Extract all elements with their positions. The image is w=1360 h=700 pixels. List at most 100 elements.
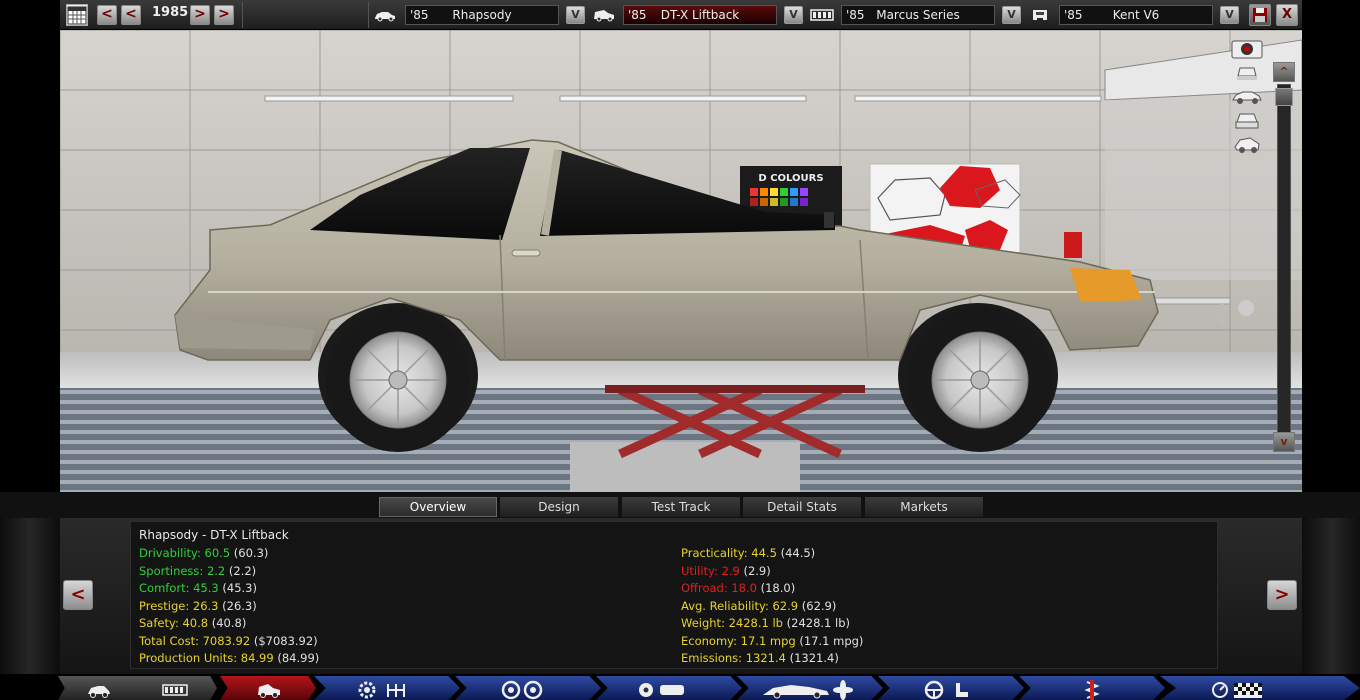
design-stage-nav [0,674,1360,700]
stat-value: Emissions: 1321.4 [681,651,786,665]
engine-select[interactable]: '85 Kent V6 [1059,5,1213,25]
nav-body-stage[interactable] [220,676,316,700]
year-display: 1985 [152,5,189,20]
stat-sportiness: Sportiness: 2.2 (2.2) [139,563,319,581]
view-rear-icon[interactable] [1232,110,1262,130]
tab-overview[interactable]: Overview [378,496,498,518]
steering-icon [924,680,968,700]
save-icon[interactable] [1249,4,1271,26]
stat-practicality: Practicality: 44.5 (44.5) [681,545,863,563]
stat-raw: (2.2) [225,563,257,578]
stat-utility: Utility: 2.9 (2.9) [681,563,863,581]
nav-interior-stage[interactable] [878,676,1024,700]
nav-engine-stage[interactable] [314,676,460,700]
stat-raw: (2428.1 lb) [782,616,851,630]
nav-wheels-stage[interactable] [455,676,601,700]
nav-testing-stage[interactable] [1160,676,1360,700]
stat-offroad: Offroad: 18.0 (18.0) [681,580,863,598]
year-back-button[interactable]: < [121,5,141,25]
stat-raw: (18.0) [756,581,796,595]
nav-car-stage[interactable] [58,676,142,700]
engine-gear-icon [358,681,405,699]
viewport-scrollbar[interactable]: ^ v [1273,62,1295,454]
chassis-dropdown-button[interactable]: V [1002,6,1021,24]
year-forward-button[interactable]: > [190,5,210,25]
stats-left-column: Drivability: 60.5 (60.3) Sportiness: 2.2… [139,545,319,668]
trim-dropdown-button[interactable]: V [784,6,803,24]
scroll-track[interactable] [1277,84,1291,434]
car-icon [88,686,110,698]
stat-value: Safety: 40.8 [139,616,209,630]
stat-prestige: Prestige: 26.3 (26.3) [139,598,319,616]
scroll-up-button[interactable]: ^ [1273,62,1295,82]
stat-value: Production Units: 84.99 [139,651,274,665]
stat-comfort: Comfort: 45.3 (45.3) [139,580,319,598]
left-panel-edge [0,518,60,674]
view-front-icon[interactable] [1232,62,1262,82]
stats-right-column: Practicality: 44.5 (44.5) Utility: 2.9 (… [681,545,863,668]
previous-car-button[interactable]: < [63,580,93,610]
finish-flag-icon [1234,683,1262,698]
model-name: Rhapsody [452,8,512,22]
stat-raw: (2.9) [739,563,771,578]
divider [368,2,369,28]
stats-panel-area: < > Rhapsody - DT-X Liftback Drivability… [0,518,1360,674]
nav-brakes-stage[interactable] [596,676,742,700]
stat-value: Offroad: 18.0 [681,581,757,595]
tab-markets[interactable]: Markets [864,496,984,518]
calendar-icon[interactable] [66,4,88,26]
poster-text: D COLOURS [758,173,823,184]
tab-test-track[interactable]: Test Track [621,496,741,518]
scroll-down-button[interactable]: v [1273,432,1295,452]
scroll-thumb[interactable] [1275,88,1293,106]
stat-weight: Weight: 2428.1 lb (2428.1 lb) [681,615,863,633]
stat-avg-reliability: Avg. Reliability: 62.9 (62.9) [681,598,863,616]
suspension-icon [1084,680,1100,700]
chassis-icon [810,9,834,21]
nav-suspension-stage[interactable] [1019,676,1165,700]
overview-stats: Rhapsody - DT-X Liftback Drivability: 60… [130,521,1218,669]
stat-safety: Safety: 40.8 (40.8) [139,615,319,633]
tab-design[interactable]: Design [499,496,619,518]
brakes-icon [639,683,684,697]
engine-icon [1033,10,1047,20]
stat-value: Sportiness: 2.2 [139,563,226,578]
model-select[interactable]: '85 Rhapsody [405,5,559,25]
trim-select[interactable]: '85 DT-X Liftback [623,5,777,25]
divider [242,2,243,28]
stat-value: Prestige: 26.3 [139,598,219,613]
stat-emissions: Emissions: 1321.4 (1321.4) [681,650,863,668]
tab-bar: Overview Design Test Track Detail Stats … [0,492,1360,520]
car-model-icon [375,12,395,22]
stat-value: Comfort: 45.3 [139,581,219,595]
view-side-icon[interactable] [1232,86,1262,106]
stat-value: Total Cost: 7083.92 [139,633,251,648]
next-car-button[interactable]: > [1267,580,1297,610]
engine-dropdown-button[interactable]: V [1220,6,1239,24]
stat-value: Economy: 17.1 mpg [681,633,796,648]
stat-raw: (45.3) [218,581,257,595]
stat-value: Practicality: 44.5 [681,546,777,560]
nav-chassis-stage[interactable] [133,676,217,700]
stat-raw: ($7083.92) [250,633,318,648]
chassis-select[interactable]: '85 Marcus Series [841,5,995,25]
tab-detail-stats[interactable]: Detail Stats [742,496,862,518]
year-back-far-button[interactable]: < [97,5,117,25]
model-dropdown-button[interactable]: V [566,6,585,24]
stat-raw: (44.5) [776,546,816,560]
camera-icon[interactable] [1230,36,1266,60]
stat-production-units: Production Units: 84.99 (84.99) [139,650,319,668]
nav-design-stage[interactable] [737,676,883,700]
stat-raw: (17.1 mpg) [795,633,864,648]
stat-raw: (62.9) [798,598,837,613]
test-gauge-icon [1212,682,1262,698]
view-perspective-icon[interactable] [1232,134,1262,154]
stat-value: Weight: 2428.1 lb [681,616,783,630]
body-icon [763,680,853,700]
chassis-icon [162,684,188,696]
engine-name: Kent V6 [1112,8,1160,22]
year-forward-far-button[interactable]: > [214,5,234,25]
garage-3d-viewport[interactable]: D COLOURS [60,30,1302,492]
stat-raw: (1321.4) [785,651,839,665]
close-icon[interactable]: X [1276,4,1298,26]
